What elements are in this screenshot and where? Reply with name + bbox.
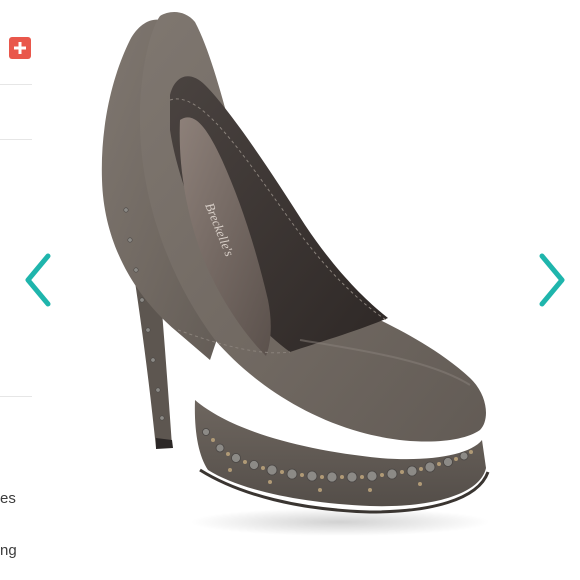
sidebar-divider — [0, 396, 32, 397]
add-button[interactable] — [9, 37, 31, 59]
sidebar-text: ng — [0, 542, 17, 559]
next-image-button[interactable] — [536, 252, 568, 308]
product-gallery: es ng Breckelle's — [0, 0, 580, 580]
chevron-right-icon — [539, 253, 565, 307]
plus-icon — [9, 37, 31, 59]
sidebar-divider — [0, 84, 32, 85]
product-image: Breckelle's — [101, 12, 490, 536]
sidebar-text: es — [0, 490, 16, 507]
sidebar-divider — [0, 139, 32, 140]
